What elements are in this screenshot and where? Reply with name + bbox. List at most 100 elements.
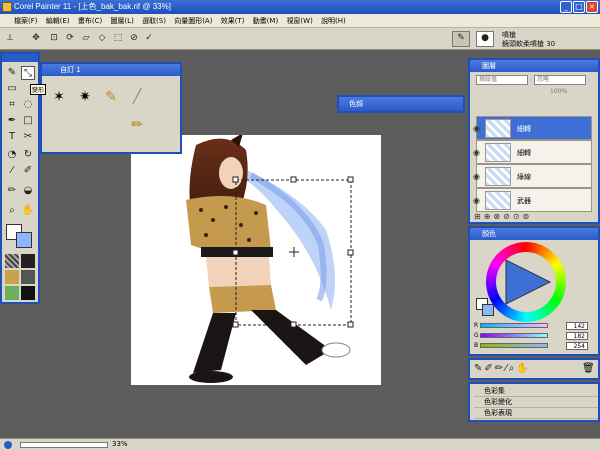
magnifier-icon[interactable]: ⌕ xyxy=(5,204,19,218)
r-slider[interactable] xyxy=(480,323,548,328)
transform-icon[interactable]: ⟂ xyxy=(4,32,16,44)
paint-bucket-icon[interactable]: ◒ xyxy=(21,184,35,198)
layer-thumbnail xyxy=(485,143,511,162)
colorset-titlebar[interactable]: 色頻 xyxy=(339,97,463,111)
layer-row[interactable]: ◉ 綠線 xyxy=(473,164,592,188)
grabber-icon[interactable]: ✋ xyxy=(21,204,35,218)
crop-icon[interactable]: ⌗ xyxy=(5,98,19,112)
menu-effects[interactable]: 效果(T) xyxy=(218,14,248,28)
rotate-icon[interactable]: ⟳ xyxy=(64,32,76,44)
brush-preset-5-icon[interactable]: ✏ xyxy=(126,114,148,136)
rotate-page-icon[interactable]: ↻ xyxy=(21,148,35,162)
scissors-icon[interactable]: ✂ xyxy=(21,130,35,144)
layer-row[interactable]: ◉ 細轉 xyxy=(473,140,592,164)
blend-mode-select[interactable]: 預設值 xyxy=(476,75,528,85)
menu-window[interactable]: 視窗(W) xyxy=(283,14,315,28)
menu-layers[interactable]: 圖層(L) xyxy=(107,14,136,28)
layer-name: 武器 xyxy=(517,197,531,205)
dropper-icon[interactable]: ⁄ xyxy=(5,164,19,178)
colors-title: 顏色 xyxy=(482,230,496,238)
brush-variant-name[interactable]: 鏡頭軟柔噴槍 30 xyxy=(502,39,555,49)
move-icon[interactable]: ✥ xyxy=(30,32,42,44)
palette-color-sets[interactable]: 色彩集 xyxy=(474,386,598,397)
eye-icon[interactable]: ◉ xyxy=(473,148,480,157)
layer-thumbnail xyxy=(485,191,511,210)
layer-name: 細轉 xyxy=(517,125,531,133)
zoom-level[interactable]: 33% xyxy=(112,440,128,448)
pattern-icon[interactable] xyxy=(5,270,19,284)
layer-commands-icon[interactable]: ⊞⊕⊗⊘⊙⊚ xyxy=(474,212,532,221)
menu-select[interactable]: 選取(S) xyxy=(139,14,169,28)
layers-titlebar[interactable]: 圖層 xyxy=(470,60,598,72)
close-button[interactable]: × xyxy=(586,1,598,13)
minimize-button[interactable]: _ xyxy=(560,1,572,13)
maximize-button[interactable]: □ xyxy=(573,1,585,13)
secondary-color-swatch[interactable] xyxy=(16,232,32,248)
pen-tool-icon[interactable]: ✒ xyxy=(5,114,19,128)
palette-color-expression[interactable]: 色彩表現 xyxy=(474,408,598,419)
weave-icon[interactable] xyxy=(21,270,35,284)
cancel-icon[interactable]: ⊘ xyxy=(128,32,140,44)
colors-titlebar[interactable]: 顏色 xyxy=(470,228,598,240)
custom-palette-titlebar[interactable]: 自訂 1 xyxy=(42,64,180,76)
r-value[interactable]: 142 xyxy=(566,322,588,330)
g-value[interactable]: 182 xyxy=(566,332,588,340)
saturation-triangle[interactable] xyxy=(502,256,554,308)
hue-ring[interactable] xyxy=(486,242,566,322)
scroll-track[interactable] xyxy=(20,442,108,448)
brush-preset-4-icon[interactable]: ╱ xyxy=(126,86,148,108)
g-label: G xyxy=(474,332,479,339)
menu-file[interactable]: 檔案(F) xyxy=(0,14,41,28)
window-title: Corel Painter 11 - [上色_bak_bak.rif @ 33%… xyxy=(14,2,171,11)
brush-dab-icon[interactable]: ● xyxy=(476,31,494,47)
gradient-icon[interactable] xyxy=(21,254,35,268)
layers-title: 圖層 xyxy=(482,62,496,70)
brush-preset-3-icon[interactable]: ✎ xyxy=(100,86,122,108)
rect-select-icon[interactable]: ▭ xyxy=(5,82,19,96)
current-color-chip[interactable] xyxy=(482,304,494,316)
perspective-icon[interactable]: ⬚ xyxy=(112,32,124,44)
look-icon[interactable] xyxy=(5,286,19,300)
property-bar: ⟂ ✥ ⊡ ⟳ ▱ ◇ ⬚ ⊘ ✓ ✎ ● 噴槍 鏡頭軟柔噴槍 30 xyxy=(0,28,600,50)
menu-movie[interactable]: 動畫(M) xyxy=(250,14,282,28)
app-icon[interactable] xyxy=(2,2,12,12)
menu-shapes[interactable]: 向量圖形(A) xyxy=(171,14,215,28)
brush-strip-icon[interactable]: ✎✐✏⁄⌕✋ xyxy=(474,363,531,374)
document-canvas[interactable] xyxy=(131,133,381,385)
brush-category-icon[interactable]: ✎ xyxy=(452,31,470,47)
text-tool-icon[interactable]: T xyxy=(5,130,19,144)
shape-icon[interactable]: □ xyxy=(21,114,35,128)
commit-icon[interactable]: ✓ xyxy=(143,32,155,44)
eye-icon[interactable]: ◉ xyxy=(473,172,480,181)
menu-help[interactable]: 說明(H) xyxy=(318,14,349,28)
layer-row[interactable]: ◉ 細轉 xyxy=(473,116,592,140)
eye-icon[interactable]: ◉ xyxy=(473,124,480,133)
menu-edit[interactable]: 編輯(E) xyxy=(43,14,73,28)
eyedropper-icon[interactable]: ✏ xyxy=(5,184,19,198)
b-slider[interactable] xyxy=(480,343,548,348)
b-value[interactable]: 254 xyxy=(566,342,588,350)
blender-icon[interactable]: ◔ xyxy=(5,148,19,162)
scale-icon[interactable]: ⊡ xyxy=(48,32,60,44)
brush-preset-1-icon[interactable]: ✶ xyxy=(48,86,70,108)
layer-thumbnail xyxy=(485,167,511,186)
title-bar: Corel Painter 11 - [上色_bak_bak.rif @ 33%… xyxy=(0,0,600,14)
brush-preset-2-icon[interactable]: ✷ xyxy=(74,86,96,108)
brush-tool-icon[interactable]: ✎ xyxy=(5,66,19,80)
paper-icon[interactable] xyxy=(5,254,19,268)
distort-icon[interactable]: ◇ xyxy=(96,32,108,44)
transform-tool-icon[interactable]: ⤡ xyxy=(21,66,35,80)
lasso-icon[interactable]: ◌ xyxy=(21,98,35,112)
g-slider[interactable] xyxy=(480,333,548,338)
toolbox-titlebar[interactable] xyxy=(2,54,38,62)
layer-row[interactable]: ◉ 武器 xyxy=(473,188,592,212)
menu-canvas[interactable]: 畫布(C) xyxy=(75,14,105,28)
palette-color-variability[interactable]: 色彩變化 xyxy=(474,397,598,408)
clone-icon[interactable]: ✐ xyxy=(21,164,35,178)
composite-select[interactable]: 忽略 xyxy=(534,75,586,85)
trash-icon[interactable]: 🗑 xyxy=(582,363,595,374)
layer-name: 細轉 xyxy=(517,149,531,157)
nozzle-icon[interactable] xyxy=(21,286,35,300)
skew-icon[interactable]: ▱ xyxy=(80,32,92,44)
eye-icon[interactable]: ◉ xyxy=(473,196,480,205)
